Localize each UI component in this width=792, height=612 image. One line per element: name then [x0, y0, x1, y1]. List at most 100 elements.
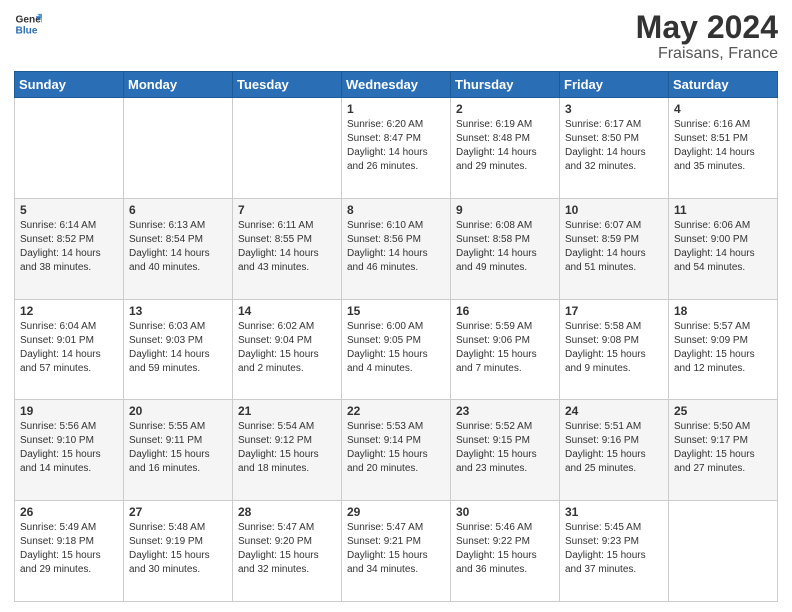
- sunrise-text: Sunrise: 6:00 AM: [347, 320, 446, 334]
- daylight-text: Daylight: 15 hours and 16 minutes.: [129, 448, 228, 476]
- daylight-text: Daylight: 15 hours and 2 minutes.: [238, 348, 337, 376]
- logo-icon: General Blue: [14, 10, 42, 38]
- day-number: 3: [565, 102, 664, 116]
- cell-content: Sunrise: 5:50 AMSunset: 9:17 PMDaylight:…: [674, 420, 773, 476]
- sunrise-text: Sunrise: 6:17 AM: [565, 118, 664, 132]
- cell-content: Sunrise: 6:17 AMSunset: 8:50 PMDaylight:…: [565, 118, 664, 174]
- daylight-text: Daylight: 15 hours and 7 minutes.: [456, 348, 555, 376]
- calendar-cell: 27Sunrise: 5:48 AMSunset: 9:19 PMDayligh…: [124, 501, 233, 602]
- weekday-header-row: SundayMondayTuesdayWednesdayThursdayFrid…: [15, 72, 778, 98]
- sunrise-text: Sunrise: 6:03 AM: [129, 320, 228, 334]
- svg-text:Blue: Blue: [16, 25, 38, 36]
- day-number: 22: [347, 404, 446, 418]
- daylight-text: Daylight: 14 hours and 57 minutes.: [20, 348, 119, 376]
- cell-content: Sunrise: 6:04 AMSunset: 9:01 PMDaylight:…: [20, 320, 119, 376]
- cell-content: Sunrise: 6:00 AMSunset: 9:05 PMDaylight:…: [347, 320, 446, 376]
- sunset-text: Sunset: 9:21 PM: [347, 535, 446, 549]
- daylight-text: Daylight: 14 hours and 54 minutes.: [674, 247, 773, 275]
- cell-content: Sunrise: 6:10 AMSunset: 8:56 PMDaylight:…: [347, 219, 446, 275]
- day-number: 26: [20, 505, 119, 519]
- cell-content: Sunrise: 6:13 AMSunset: 8:54 PMDaylight:…: [129, 219, 228, 275]
- calendar-cell: 21 Sunrise: 5:54 AMSunset: 9:12 PMDayligh…: [233, 400, 342, 501]
- day-number: 2: [456, 102, 555, 116]
- sunset-text: Sunset: 9:12 PM: [238, 434, 337, 448]
- sunrise-text: Sunrise: 5:46 AM: [456, 521, 555, 535]
- sunset-text: Sunset: 9:20 PM: [238, 535, 337, 549]
- day-number: 1: [347, 102, 446, 116]
- daylight-text: Daylight: 15 hours and 25 minutes.: [565, 448, 664, 476]
- calendar-cell: 4Sunrise: 6:16 AMSunset: 8:51 PMDaylight…: [669, 98, 778, 199]
- day-number: 29: [347, 505, 446, 519]
- calendar-cell: 25Sunrise: 5:50 AMSunset: 9:17 PMDayligh…: [669, 400, 778, 501]
- sunrise-text: Sunrise: 6:07 AM: [565, 219, 664, 233]
- calendar-table: SundayMondayTuesdayWednesdayThursdayFrid…: [14, 71, 778, 602]
- daylight-text: Daylight: 14 hours and 59 minutes.: [129, 348, 228, 376]
- sunset-text: Sunset: 9:19 PM: [129, 535, 228, 549]
- day-number: 12: [20, 304, 119, 318]
- cell-content: Sunrise: 5:52 AMSunset: 9:15 PMDaylight:…: [456, 420, 555, 476]
- daylight-text: Daylight: 15 hours and 4 minutes.: [347, 348, 446, 376]
- calendar-cell: 17Sunrise: 5:58 AMSunset: 9:08 PMDayligh…: [560, 299, 669, 400]
- weekday-header-friday: Friday: [560, 72, 669, 98]
- day-number: 23: [456, 404, 555, 418]
- calendar-week-row: 1Sunrise: 6:20 AMSunset: 8:47 PMDaylight…: [15, 98, 778, 199]
- day-number: 6: [129, 203, 228, 217]
- day-number: 20: [129, 404, 228, 418]
- sunset-text: Sunset: 9:10 PM: [20, 434, 119, 448]
- sunrise-text: Sunrise: 5:48 AM: [129, 521, 228, 535]
- sunset-text: Sunset: 8:51 PM: [674, 132, 773, 146]
- daylight-text: Daylight: 14 hours and 26 minutes.: [347, 146, 446, 174]
- daylight-text: Daylight: 15 hours and 27 minutes.: [674, 448, 773, 476]
- calendar-week-row: 12Sunrise: 6:04 AMSunset: 9:01 PMDayligh…: [15, 299, 778, 400]
- sunrise-text: Sunrise: 6:04 AM: [20, 320, 119, 334]
- calendar-cell: 10Sunrise: 6:07 AMSunset: 8:59 PMDayligh…: [560, 198, 669, 299]
- weekday-header-sunday: Sunday: [15, 72, 124, 98]
- sunset-text: Sunset: 9:05 PM: [347, 334, 446, 348]
- daylight-text: Daylight: 14 hours and 29 minutes.: [456, 146, 555, 174]
- day-number: 11: [674, 203, 773, 217]
- calendar-cell: 16Sunrise: 5:59 AMSunset: 9:06 PMDayligh…: [451, 299, 560, 400]
- cell-content: Sunrise: 6:07 AMSunset: 8:59 PMDaylight:…: [565, 219, 664, 275]
- cell-content: Sunrise: 6:02 AMSunset: 9:04 PMDaylight:…: [238, 320, 337, 376]
- logo: General Blue: [14, 10, 42, 38]
- calendar-cell: [669, 501, 778, 602]
- sunrise-text: Sunrise: 5:54 AM: [238, 420, 337, 434]
- sunset-text: Sunset: 9:01 PM: [20, 334, 119, 348]
- calendar-cell: 5Sunrise: 6:14 AMSunset: 8:52 PMDaylight…: [15, 198, 124, 299]
- header: General Blue May 2024 Fraisans, France: [14, 10, 778, 63]
- cell-content: Sunrise: 6:03 AMSunset: 9:03 PMDaylight:…: [129, 320, 228, 376]
- calendar-cell: 20 Sunrise: 5:55 AMSunset: 9:11 PMDayligh…: [124, 400, 233, 501]
- sunrise-text: Sunrise: 6:14 AM: [20, 219, 119, 233]
- day-number: 5: [20, 203, 119, 217]
- daylight-text: Daylight: 15 hours and 18 minutes.: [238, 448, 337, 476]
- day-number: 17: [565, 304, 664, 318]
- sunset-text: Sunset: 9:14 PM: [347, 434, 446, 448]
- sunrise-text: Sunrise: 6:11 AM: [238, 219, 337, 233]
- calendar-cell: 24Sunrise: 5:51 AMSunset: 9:16 PMDayligh…: [560, 400, 669, 501]
- sunrise-text: Sunrise: 6:02 AM: [238, 320, 337, 334]
- daylight-text: Daylight: 15 hours and 20 minutes.: [347, 448, 446, 476]
- daylight-text: Daylight: 15 hours and 37 minutes.: [565, 549, 664, 577]
- calendar-cell: 23 Sunrise: 5:52 AMSunset: 9:15 PMDayligh…: [451, 400, 560, 501]
- day-number: 27: [129, 505, 228, 519]
- sunset-text: Sunset: 9:06 PM: [456, 334, 555, 348]
- sunrise-text: Sunrise: 6:13 AM: [129, 219, 228, 233]
- cell-content: Sunrise: 5:47 AMSunset: 9:21 PMDaylight:…: [347, 521, 446, 577]
- cell-content: Sunrise: 5:47 AMSunset: 9:20 PMDaylight:…: [238, 521, 337, 577]
- sunset-text: Sunset: 9:00 PM: [674, 233, 773, 247]
- calendar-cell: 14Sunrise: 6:02 AMSunset: 9:04 PMDayligh…: [233, 299, 342, 400]
- sunset-text: Sunset: 8:50 PM: [565, 132, 664, 146]
- sunrise-text: Sunrise: 6:16 AM: [674, 118, 773, 132]
- sunrise-text: Sunrise: 6:06 AM: [674, 219, 773, 233]
- sunrise-text: Sunrise: 6:08 AM: [456, 219, 555, 233]
- daylight-text: Daylight: 14 hours and 51 minutes.: [565, 247, 664, 275]
- sunrise-text: Sunrise: 6:10 AM: [347, 219, 446, 233]
- day-number: 7: [238, 203, 337, 217]
- day-number: 21: [238, 404, 337, 418]
- cell-content: Sunrise: 5:59 AMSunset: 9:06 PMDaylight:…: [456, 320, 555, 376]
- daylight-text: Daylight: 15 hours and 14 minutes.: [20, 448, 119, 476]
- weekday-header-saturday: Saturday: [669, 72, 778, 98]
- daylight-text: Daylight: 15 hours and 32 minutes.: [238, 549, 337, 577]
- cell-content: Sunrise: 5:55 AMSunset: 9:11 PMDaylight:…: [129, 420, 228, 476]
- sunset-text: Sunset: 8:55 PM: [238, 233, 337, 247]
